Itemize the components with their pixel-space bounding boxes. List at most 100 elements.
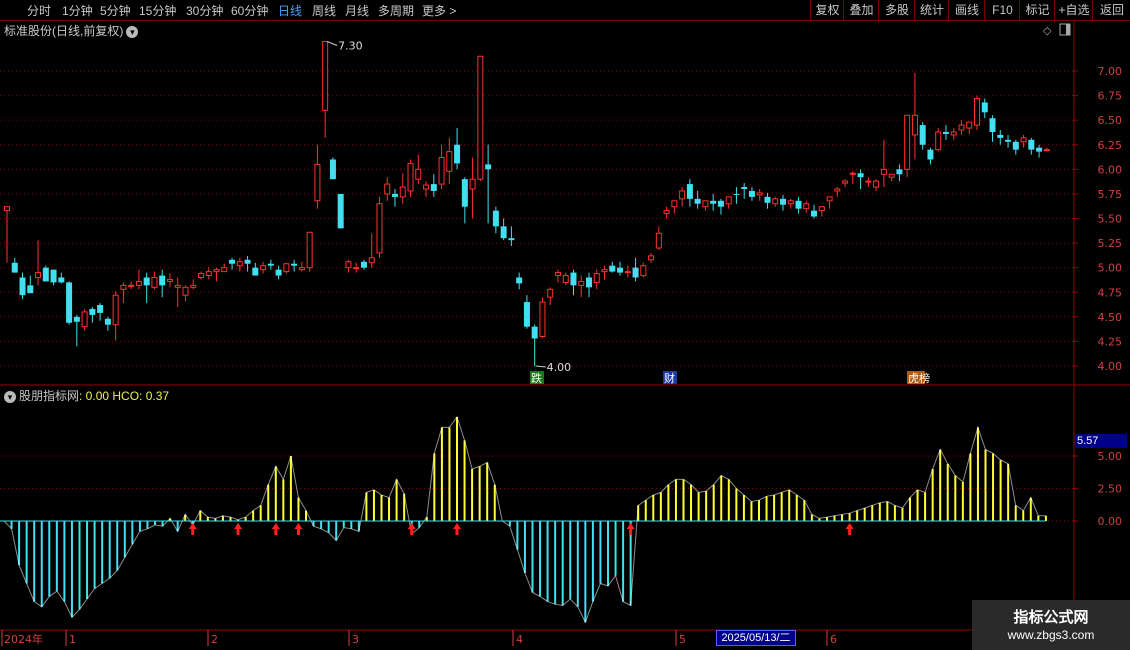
ind-outline — [3, 415, 1046, 624]
candle-up — [935, 131, 942, 151]
candle-down — [66, 282, 73, 323]
candle-up — [1020, 137, 1027, 143]
candle-up — [120, 284, 127, 290]
candle-down — [329, 159, 336, 180]
candle-up — [322, 41, 329, 111]
price-tick-label: 4.00 — [1098, 360, 1123, 373]
candle-up — [353, 267, 360, 270]
ind-tick-label: 5.00 — [1098, 450, 1123, 463]
candle-down — [857, 173, 864, 178]
candle-down — [780, 198, 786, 205]
candle-down — [927, 149, 934, 160]
candle-up — [198, 273, 204, 279]
candle-down — [42, 267, 49, 282]
price-axis: 7.00 6.75 6.50 6.25 6.00 5.75 5.50 5.25 5.00 4.75… — [1073, 65, 1122, 373]
candle-down — [811, 210, 818, 217]
candle-up — [803, 203, 810, 210]
candle-up — [368, 257, 375, 264]
candle-up — [4, 206, 10, 212]
candle-up — [213, 269, 220, 273]
price-tick-label: 6.50 — [1098, 114, 1123, 127]
candle-up — [818, 206, 825, 212]
buy-arrow-icon — [294, 523, 303, 535]
candle-up — [190, 284, 197, 288]
candle-down — [989, 118, 996, 132]
candle-down — [609, 265, 616, 272]
buy-arrow-icon — [626, 523, 635, 535]
candle-up — [423, 184, 430, 190]
candle-up — [593, 273, 600, 283]
candle-down — [27, 285, 34, 294]
candle-up — [469, 178, 476, 190]
candle-up — [128, 284, 135, 287]
candle-down — [73, 316, 80, 322]
candle-up — [842, 180, 849, 184]
event-badge-label: 虎榜 — [908, 371, 930, 385]
candle-up — [399, 186, 406, 198]
watermark-url: www.zbgs3.com — [1007, 628, 1095, 642]
candle-down — [267, 263, 274, 266]
indicator-axis: 5.00 2.50 0.00 — [1073, 450, 1122, 528]
price-tick-label: 5.50 — [1098, 213, 1123, 226]
month-label: 4 — [516, 633, 523, 646]
candle-up — [376, 203, 383, 254]
candle-up — [725, 196, 732, 205]
cursor-date: 2025/05/13/二 — [716, 630, 796, 646]
kline-chart[interactable]: 7.00 6.75 6.50 6.25 6.00 5.75 5.50 5.25 5.00 4.75… — [0, 0, 1130, 650]
candle-up — [174, 284, 181, 288]
panel-toggle-fill — [1066, 24, 1070, 35]
candle-up — [151, 277, 158, 288]
candle-up — [849, 172, 856, 175]
candle-down — [58, 277, 65, 283]
candle-down — [748, 190, 755, 197]
candle-up — [166, 278, 173, 282]
price-tick-label: 5.25 — [1098, 237, 1123, 250]
event-badges: 跌 财 虎榜 — [530, 371, 930, 385]
high-label: 7.30 — [338, 40, 363, 53]
month-label: 3 — [352, 633, 359, 646]
candle-down — [500, 226, 507, 239]
candle-up — [205, 271, 212, 277]
candle-up — [260, 265, 267, 271]
candle-up — [182, 286, 189, 296]
candle-down — [942, 131, 949, 134]
high-marker-line — [326, 41, 338, 46]
candle-down — [275, 269, 282, 276]
candle-down — [686, 184, 693, 199]
candle-up — [888, 173, 895, 178]
candle-down — [1028, 139, 1035, 150]
candle-down — [229, 259, 236, 264]
candle-up — [1043, 149, 1050, 152]
diamond-icon[interactable]: ◇ — [1043, 24, 1052, 37]
candle-up — [298, 267, 305, 271]
candle-down — [291, 263, 298, 266]
candle-up — [384, 183, 391, 195]
candle-down — [244, 259, 251, 264]
buy-arrow-icon — [271, 523, 280, 535]
candle-up — [306, 231, 313, 269]
candle-down — [523, 302, 530, 327]
candle-down — [1012, 141, 1019, 150]
candle-down — [586, 277, 592, 288]
hl-markers: 7.30 4.00 — [326, 40, 571, 374]
candle-up — [787, 200, 794, 205]
watermark: 指标公式网 www.zbgs3.com — [972, 600, 1130, 650]
price-tick-label: 5.75 — [1098, 188, 1123, 201]
event-badge-label: 财 — [664, 371, 675, 385]
candle-down — [485, 164, 492, 170]
candle-up — [663, 210, 670, 215]
candle-up — [135, 280, 142, 286]
candle-up — [904, 114, 911, 170]
candle-up — [446, 151, 453, 172]
candle-down — [733, 193, 740, 195]
year-label: 2024年 — [4, 632, 43, 646]
candle-up — [547, 288, 554, 298]
candle-down — [516, 277, 523, 284]
candle-up — [407, 162, 414, 192]
candle-up — [772, 198, 779, 205]
candle-down — [896, 169, 903, 175]
price-tick-label: 6.25 — [1098, 139, 1123, 152]
candle-up — [655, 232, 662, 249]
candle-up — [950, 131, 957, 136]
buy-arrow-icon — [407, 523, 416, 535]
